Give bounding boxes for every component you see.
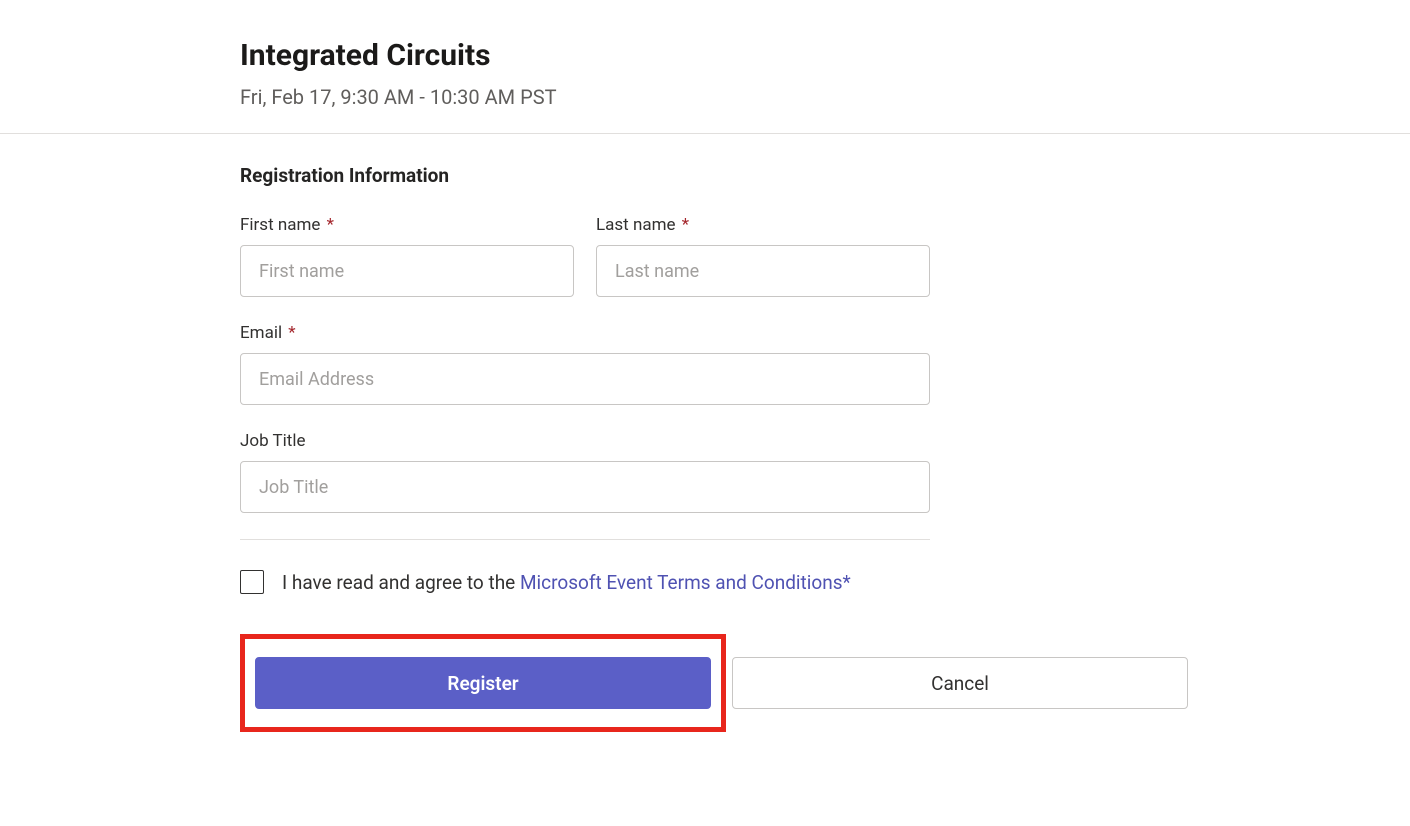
cancel-button[interactable]: Cancel bbox=[732, 657, 1188, 709]
email-label: Email * bbox=[240, 323, 930, 343]
event-datetime: Fri, Feb 17, 9:30 AM - 10:30 AM PST bbox=[240, 85, 1170, 109]
section-title: Registration Information bbox=[240, 164, 930, 187]
job-title-label: Job Title bbox=[240, 431, 930, 451]
event-title: Integrated Circuits bbox=[240, 38, 1170, 73]
required-indicator: * bbox=[678, 215, 690, 235]
registration-page: Integrated Circuits Fri, Feb 17, 9:30 AM… bbox=[0, 0, 1410, 732]
terms-prefix: I have read and agree to the bbox=[282, 571, 520, 594]
last-name-label: Last name * bbox=[596, 215, 930, 235]
register-button[interactable]: Register bbox=[255, 657, 711, 709]
job-title-label-text: Job Title bbox=[240, 431, 306, 451]
last-name-input[interactable] bbox=[596, 245, 930, 297]
terms-link[interactable]: Microsoft Event Terms and Conditions bbox=[520, 571, 843, 594]
terms-checkbox[interactable] bbox=[240, 570, 264, 594]
email-row: Email * bbox=[240, 323, 930, 405]
form-divider bbox=[240, 539, 930, 540]
email-field: Email * bbox=[240, 323, 930, 405]
button-row: Register Cancel bbox=[240, 634, 930, 732]
terms-text: I have read and agree to the Microsoft E… bbox=[282, 571, 851, 594]
name-row: First name * Last name * bbox=[240, 215, 930, 297]
last-name-label-text: Last name bbox=[596, 215, 676, 235]
job-title-input[interactable] bbox=[240, 461, 930, 513]
last-name-field: Last name * bbox=[596, 215, 930, 297]
first-name-input[interactable] bbox=[240, 245, 574, 297]
register-highlight-box: Register bbox=[240, 634, 726, 732]
first-name-field: First name * bbox=[240, 215, 574, 297]
first-name-label: First name * bbox=[240, 215, 574, 235]
job-title-row: Job Title bbox=[240, 431, 930, 513]
required-indicator: * bbox=[322, 215, 334, 235]
first-name-label-text: First name bbox=[240, 215, 320, 235]
email-input[interactable] bbox=[240, 353, 930, 405]
terms-required-indicator: * bbox=[843, 571, 851, 594]
terms-row: I have read and agree to the Microsoft E… bbox=[240, 570, 930, 594]
registration-form: Registration Information First name * La… bbox=[0, 134, 1170, 732]
email-label-text: Email bbox=[240, 323, 282, 343]
job-title-field: Job Title bbox=[240, 431, 930, 513]
required-indicator: * bbox=[284, 323, 296, 343]
event-header: Integrated Circuits Fri, Feb 17, 9:30 AM… bbox=[0, 0, 1410, 134]
